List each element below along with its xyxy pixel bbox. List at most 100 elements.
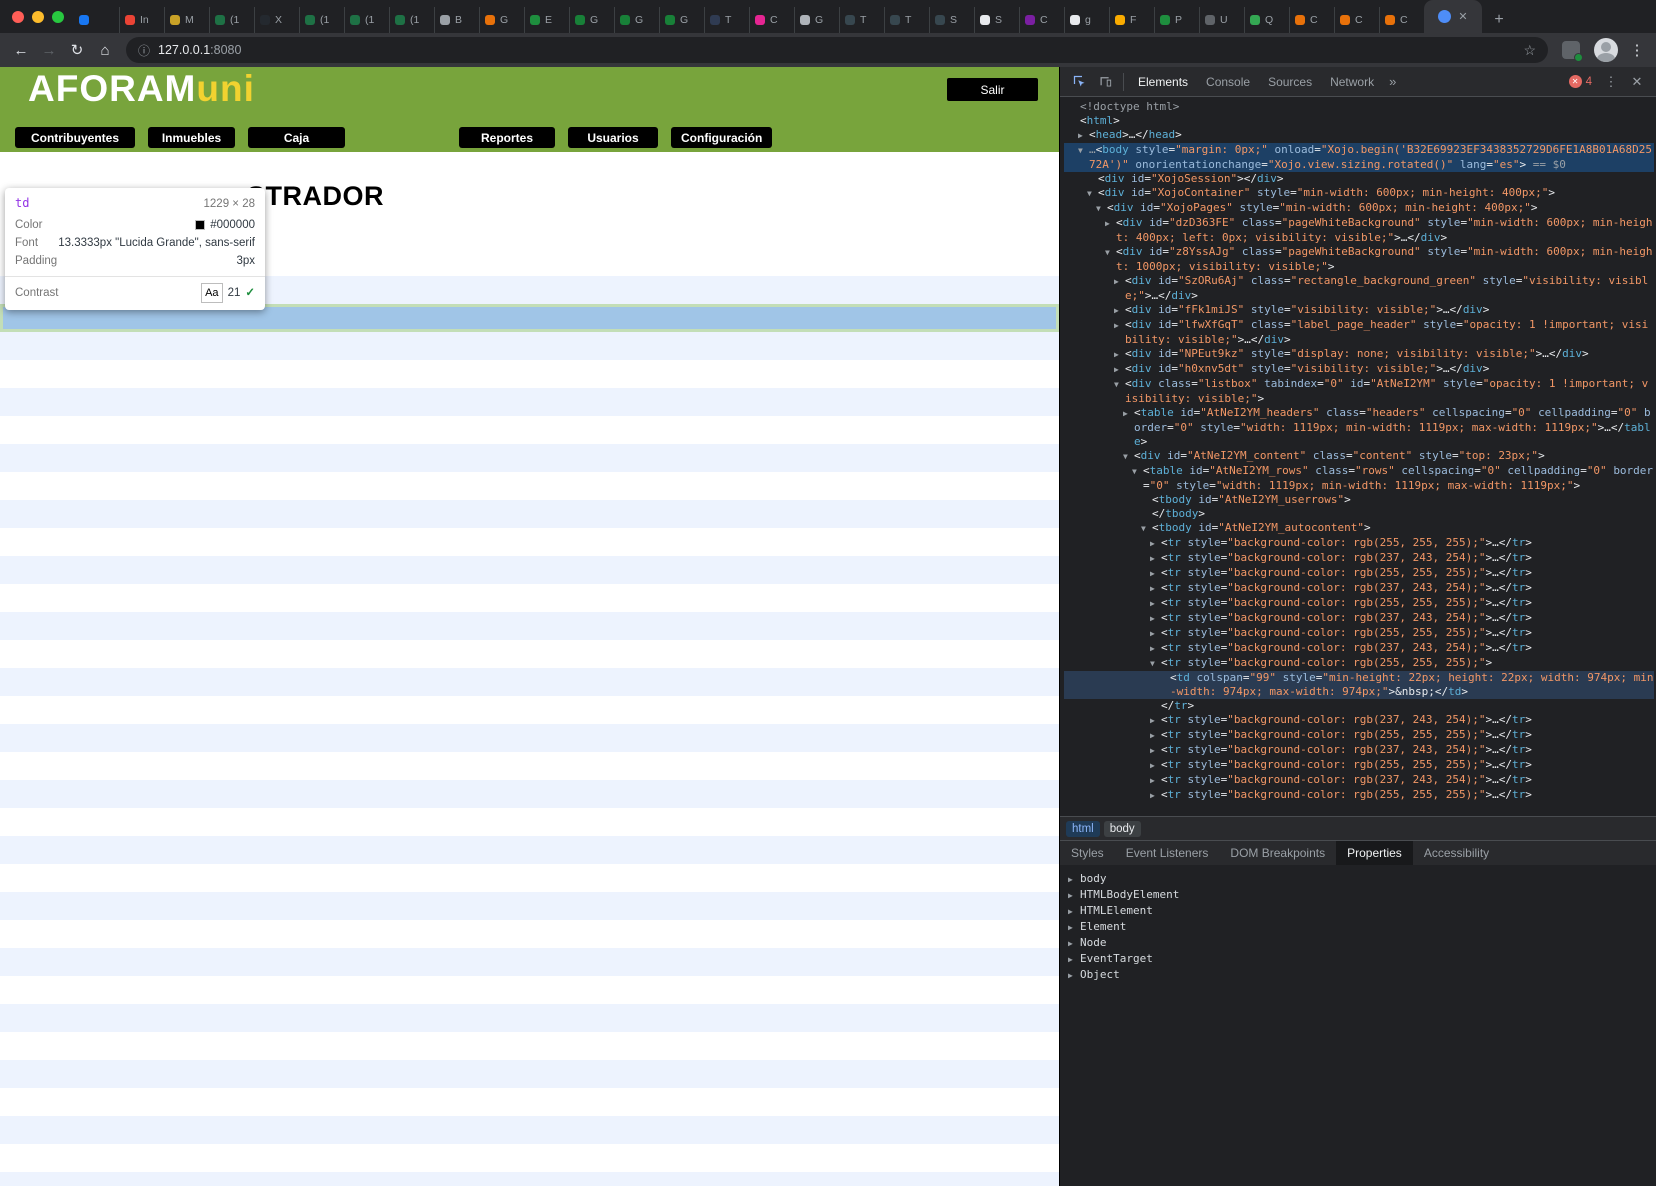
tree-node[interactable]: ▶ <tr style="background-color: rgb(237, 2… [1064, 551, 1654, 566]
tree-node[interactable]: <td colspan="99" style="min-height: 22px… [1064, 671, 1654, 699]
collapsed-arrow-icon[interactable]: ▶ [1068, 888, 1080, 903]
tree-node[interactable]: ▶ <tr style="background-color: rgb(255, 2… [1064, 566, 1654, 581]
expanded-arrow-icon[interactable]: ▼ [1078, 144, 1089, 158]
browser-tab[interactable]: (1 [344, 7, 389, 33]
collapsed-arrow-icon[interactable]: ▶ [1150, 627, 1161, 641]
extension-icon[interactable] [1562, 41, 1583, 62]
tree-node[interactable]: ▼ <div id="XojoPages" style="min-width: 6… [1064, 201, 1654, 216]
collapsed-arrow-icon[interactable]: ▶ [1114, 275, 1125, 289]
collapsed-arrow-icon[interactable]: ▶ [1123, 407, 1134, 421]
browser-tab[interactable]: (1 [209, 7, 254, 33]
forward-icon[interactable]: → [36, 37, 62, 63]
expanded-arrow-icon[interactable]: ▼ [1132, 465, 1143, 479]
minimize-window-button[interactable] [32, 10, 44, 23]
browser-tab[interactable]: T [704, 7, 749, 33]
logout-button[interactable]: Salir [947, 78, 1038, 101]
collapsed-arrow-icon[interactable]: ▶ [1150, 744, 1161, 758]
tree-node[interactable]: ▶ <tr style="background-color: rgb(255, 2… [1064, 728, 1654, 743]
tree-node[interactable]: ▶ <tr style="background-color: rgb(255, 2… [1064, 536, 1654, 551]
browser-tab[interactable]: C [1019, 7, 1064, 33]
property-item[interactable]: ▶ Node [1068, 935, 1648, 951]
collapsed-arrow-icon[interactable]: ▶ [1150, 597, 1161, 611]
error-icon[interactable]: ✕ [1568, 75, 1582, 88]
active-browser-tab[interactable]: ✕ [1424, 0, 1482, 33]
tree-node[interactable]: ▼ <tr style="background-color: rgb(255, 2… [1064, 656, 1654, 671]
expanded-arrow-icon[interactable]: ▼ [1114, 378, 1125, 392]
browser-tab[interactable]: G [794, 7, 839, 33]
nav-button-contribuyentes[interactable]: Contribuyentes [15, 127, 135, 148]
browser-tab[interactable]: G [569, 7, 614, 33]
close-window-button[interactable] [12, 10, 24, 23]
tree-node[interactable]: ▼ <table id="AtNeI2YM_rows" class="rows" … [1064, 464, 1654, 493]
property-item[interactable]: ▶ Element [1068, 919, 1648, 935]
browser-tab[interactable]: C [749, 7, 794, 33]
tree-node[interactable]: ▶ <tr style="background-color: rgb(255, 2… [1064, 758, 1654, 773]
browser-tab[interactable]: Q [1244, 7, 1289, 33]
sidebar-tab-styles[interactable]: Styles [1060, 841, 1115, 866]
browser-tab[interactable]: C [1379, 7, 1424, 33]
address-bar[interactable]: ⓘ 127.0.0.1:8080 ☆ [126, 37, 1548, 63]
expanded-arrow-icon[interactable]: ▼ [1096, 202, 1107, 216]
close-tab-icon[interactable]: ✕ [1458, 10, 1467, 23]
tree-node[interactable]: ▼ <div id="AtNeI2YM_content" class="conte… [1064, 449, 1654, 464]
tree-node[interactable]: <html> [1064, 114, 1654, 128]
expanded-arrow-icon[interactable]: ▼ [1150, 657, 1161, 671]
browser-tab[interactable]: G [659, 7, 704, 33]
tree-node[interactable]: ▶ <tr style="background-color: rgb(237, 2… [1064, 773, 1654, 788]
sidebar-tab-accessibility[interactable]: Accessibility [1413, 841, 1500, 866]
tree-node[interactable]: ▶ <div id="dzD363FE" class="pageWhiteBack… [1064, 216, 1654, 245]
tree-node[interactable]: ▼ <div id="XojoContainer" style="min-widt… [1064, 186, 1654, 201]
collapsed-arrow-icon[interactable]: ▶ [1150, 567, 1161, 581]
browser-tab[interactable]: S [929, 7, 974, 33]
expanded-arrow-icon[interactable]: ▼ [1105, 246, 1116, 260]
collapsed-arrow-icon[interactable]: ▶ [1114, 319, 1125, 333]
expanded-arrow-icon[interactable]: ▼ [1123, 450, 1134, 464]
site-info-icon[interactable]: ⓘ [138, 42, 150, 59]
browser-tab[interactable]: X [254, 7, 299, 33]
tree-node[interactable]: ▼ <div id="z8YssAJg" class="pageWhiteBack… [1064, 245, 1654, 274]
tree-node[interactable]: ▶ <div id="SzORu6Aj" class="rectangle_bac… [1064, 274, 1654, 303]
tree-node[interactable]: ▶ <tr style="background-color: rgb(237, 2… [1064, 581, 1654, 596]
tree-node[interactable]: <div id="XojoSession"></div> [1064, 172, 1654, 186]
devtools-close-icon[interactable]: ✕ [1624, 70, 1650, 94]
tree-node[interactable]: ▶ <div id="lfwXfGqT" class="label_page_he… [1064, 318, 1654, 347]
collapsed-arrow-icon[interactable]: ▶ [1150, 537, 1161, 551]
devtools-tab-console[interactable]: Console [1197, 67, 1259, 97]
devtools-menu-icon[interactable]: ⋮ [1598, 70, 1624, 94]
devtools-tab-elements[interactable]: Elements [1129, 67, 1197, 97]
browser-tab[interactable]: In [119, 7, 164, 33]
browser-tab[interactable]: (1 [389, 7, 434, 33]
collapsed-arrow-icon[interactable]: ▶ [1105, 217, 1116, 231]
property-item[interactable]: ▶ HTMLBodyElement [1068, 887, 1648, 903]
sidebar-tab-dom-breakpoints[interactable]: DOM Breakpoints [1219, 841, 1336, 866]
browser-tab[interactable]: G [614, 7, 659, 33]
collapsed-arrow-icon[interactable]: ▶ [1150, 774, 1161, 788]
browser-tab[interactable]: S [974, 7, 1019, 33]
tree-node[interactable]: </tr> [1064, 699, 1654, 713]
bookmark-star-icon[interactable]: ☆ [1523, 42, 1536, 59]
sidebar-tab-properties[interactable]: Properties [1336, 840, 1413, 866]
collapsed-arrow-icon[interactable]: ▶ [1150, 759, 1161, 773]
collapsed-arrow-icon[interactable]: ▶ [1114, 363, 1125, 377]
zoom-window-button[interactable] [52, 10, 64, 23]
tree-node[interactable]: <!doctype html> [1064, 100, 1654, 114]
tree-node[interactable]: ▶ <tr style="background-color: rgb(237, 2… [1064, 611, 1654, 626]
browser-tab[interactable]: g [1064, 7, 1109, 33]
collapsed-arrow-icon[interactable]: ▶ [1068, 904, 1080, 919]
more-tabs-icon[interactable]: » [1383, 74, 1402, 89]
inspect-element-icon[interactable] [1066, 70, 1092, 94]
tree-node[interactable]: ▶ <tr style="background-color: rgb(255, 2… [1064, 626, 1654, 641]
devtools-tab-sources[interactable]: Sources [1259, 67, 1321, 97]
browser-tab[interactable] [74, 7, 119, 33]
browser-tab[interactable]: F [1109, 7, 1154, 33]
tree-node[interactable]: ▼ <tbody id="AtNeI2YM_autocontent"> [1064, 521, 1654, 536]
collapsed-arrow-icon[interactable]: ▶ [1150, 552, 1161, 566]
browser-tab[interactable]: (1 [299, 7, 344, 33]
browser-tab[interactable]: E [524, 7, 569, 33]
collapsed-arrow-icon[interactable]: ▶ [1114, 304, 1125, 318]
expanded-arrow-icon[interactable]: ▼ [1087, 187, 1098, 201]
tree-node[interactable]: ▶ <tr style="background-color: rgb(237, 2… [1064, 641, 1654, 656]
browser-menu-icon[interactable]: ⋮ [1626, 37, 1648, 63]
collapsed-arrow-icon[interactable]: ▶ [1068, 920, 1080, 935]
tree-node[interactable]: ▼ …<body style="margin: 0px;" onload="Xoj… [1064, 143, 1654, 172]
